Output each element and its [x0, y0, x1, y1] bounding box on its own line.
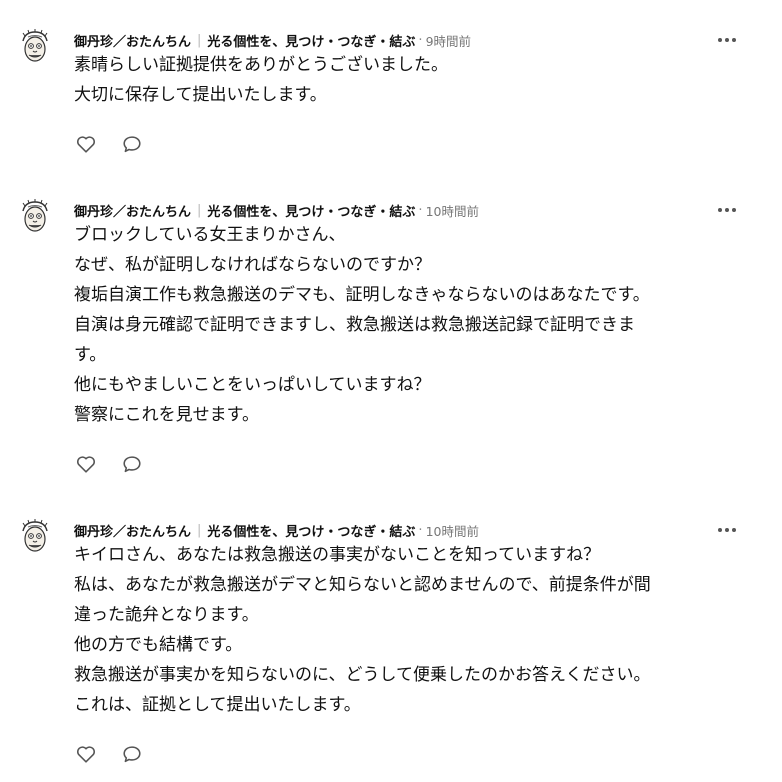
- avatar[interactable]: [16, 28, 54, 66]
- comment-actions: [74, 742, 144, 766]
- meta-dot: ·: [418, 32, 423, 48]
- author-name[interactable]: 御丹珍／おたんちん: [74, 521, 191, 540]
- comment-body: 素晴らしい証拠提供をありがとうございました。 大切に保存して提出いたします。: [74, 50, 714, 110]
- meta-separator: |: [197, 522, 202, 538]
- avatar[interactable]: [16, 518, 54, 556]
- author-name[interactable]: 御丹珍／おたんちん: [74, 201, 191, 220]
- comment-text-line: 大切に保存して提出いたします。: [74, 85, 327, 105]
- cartoon-face-avatar-icon: [17, 199, 53, 235]
- like-button[interactable]: [74, 132, 98, 156]
- meta-separator: |: [197, 32, 202, 48]
- comment-text-line: ブロックしている女王まりかさん、: [74, 225, 346, 245]
- meta-dot: ·: [418, 522, 423, 538]
- meta-separator: |: [197, 202, 202, 218]
- heart-icon: [77, 456, 95, 473]
- comment-text-line: す。: [74, 345, 107, 365]
- comment-text-line: 他にもやましいことをいっぱいしていますね？: [74, 375, 431, 395]
- meta-dot: ·: [418, 202, 423, 218]
- comment-text-line: キイロさん、あなたは救急搬送の事実がないことを知っていますね？: [74, 545, 601, 565]
- avatar[interactable]: [16, 198, 54, 236]
- reply-button[interactable]: [120, 452, 144, 476]
- comment-text-line: 違った詭弁となります。: [74, 605, 259, 625]
- comment-meta: 御丹珍／おたんちん | 光る個性を、見つけ・つなぎ・結ぶ · 10時間前: [74, 518, 479, 542]
- reply-button[interactable]: [120, 132, 144, 156]
- comment-meta: 御丹珍／おたんちん | 光る個性を、見つけ・つなぎ・結ぶ · 9時間前: [74, 28, 471, 52]
- comment-text-line: 警察にこれを見せます。: [74, 405, 259, 425]
- comment-text-line: 救急搬送が事実かを知らないのに、どうして便乗したのかお答えください。: [74, 665, 651, 685]
- more-options-button[interactable]: [712, 518, 742, 542]
- more-options-button[interactable]: [712, 198, 742, 222]
- more-options-icon: [718, 528, 736, 532]
- reply-button[interactable]: [120, 742, 144, 766]
- timestamp[interactable]: 10時間前: [426, 201, 479, 220]
- more-options-button[interactable]: [712, 28, 742, 52]
- timestamp[interactable]: 10時間前: [426, 521, 479, 540]
- author-tagline: 光る個性を、見つけ・つなぎ・結ぶ: [207, 524, 416, 540]
- comment-text-line: 複垢自演工作も救急搬送のデマも、証明しなきゃならないのはあなたです。: [74, 285, 650, 305]
- cartoon-face-avatar-icon: [17, 519, 53, 555]
- more-options-icon: [718, 38, 736, 42]
- comment-icon: [123, 746, 141, 763]
- cartoon-face-avatar-icon: [17, 29, 53, 65]
- comment-text-line: これは、証拠として提出いたします。: [74, 695, 361, 715]
- more-options-icon: [718, 208, 736, 212]
- author-name[interactable]: 御丹珍／おたんちん: [74, 31, 191, 50]
- comment-body: キイロさん、あなたは救急搬送の事実がないことを知っていますね？ 私は、あなたが救…: [74, 540, 714, 720]
- comment-feed: 御丹珍／おたんちん | 光る個性を、見つけ・つなぎ・結ぶ · 9時間前 素晴らし…: [0, 0, 782, 782]
- comment-text-line: 素晴らしい証拠提供をありがとうございました。: [74, 55, 448, 75]
- comment-actions: [74, 452, 144, 476]
- like-button[interactable]: [74, 452, 98, 476]
- comment-text-line: 私は、あなたが救急搬送がデマと知らないと認めませんので、前提条件が間: [74, 575, 651, 595]
- comment-meta: 御丹珍／おたんちん | 光る個性を、見つけ・つなぎ・結ぶ · 10時間前: [74, 198, 479, 222]
- timestamp[interactable]: 9時間前: [426, 31, 471, 50]
- comment-icon: [123, 456, 141, 473]
- comment-icon: [123, 136, 141, 153]
- comment-body: ブロックしている女王まりかさん、 なぜ、私が証明しなければならないのですか？ 複…: [74, 220, 714, 430]
- comment-text-line: 他の方でも結構です。: [74, 635, 243, 655]
- comment-text-line: なぜ、私が証明しなければならないのですか？: [74, 255, 431, 275]
- like-button[interactable]: [74, 742, 98, 766]
- author-tagline: 光る個性を、見つけ・つなぎ・結ぶ: [207, 34, 416, 50]
- comment-text-line: 自演は身元確認で証明できますし、救急搬送は救急搬送記録で証明できま: [74, 315, 635, 335]
- comment-actions: [74, 132, 144, 156]
- heart-icon: [77, 746, 95, 763]
- heart-icon: [77, 136, 95, 153]
- author-tagline: 光る個性を、見つけ・つなぎ・結ぶ: [207, 204, 416, 220]
